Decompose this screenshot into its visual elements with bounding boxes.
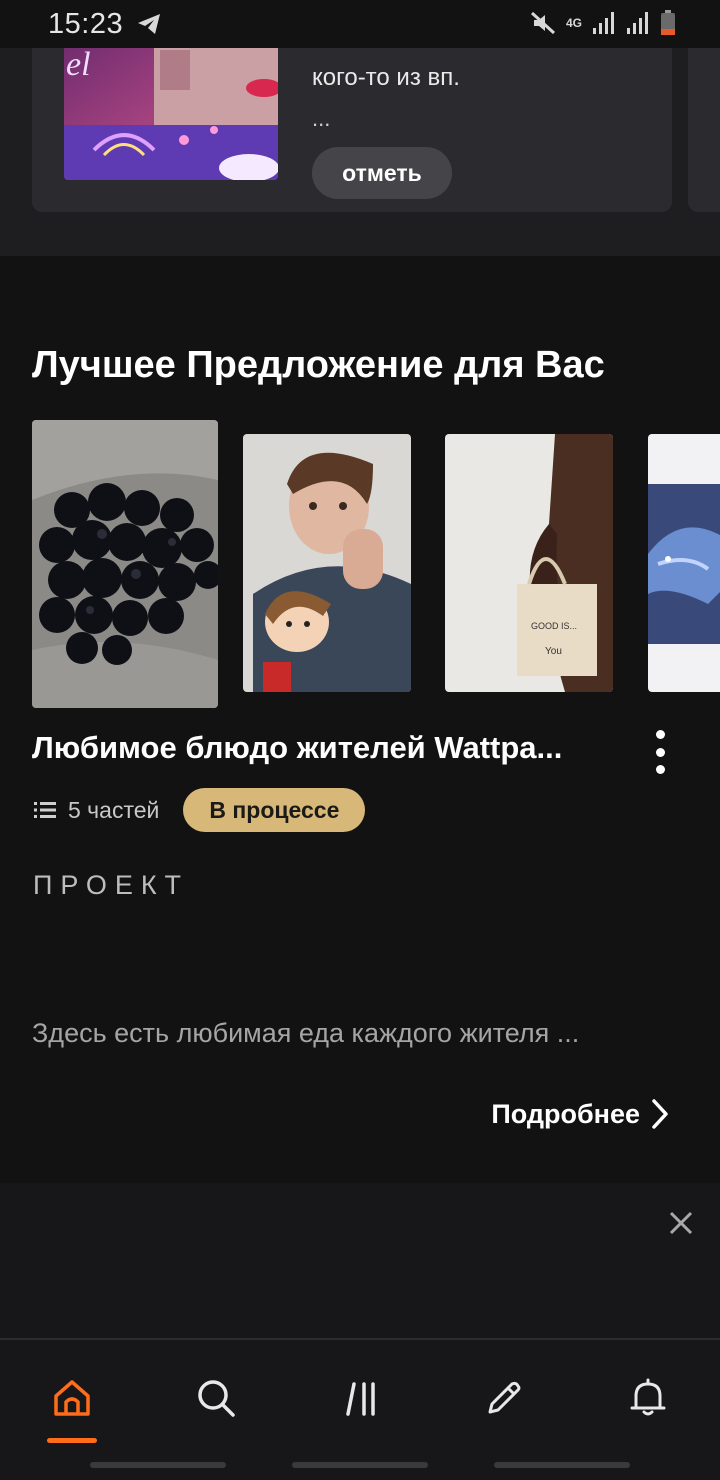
bell-icon [630,1378,666,1416]
svg-text:el: el [66,46,91,83]
ad-banner-area [0,1183,720,1338]
svg-text:GOOD IS...: GOOD IS... [531,621,577,631]
signal-icon-2 [627,12,648,34]
book-description: Здесь есть любимая еда каждого жителя ..… [32,1018,580,1048]
details-label: Подробнее [491,1098,640,1129]
parts-count: 5 частей [68,796,160,823]
gesture-bar [494,1462,630,1468]
nav-library[interactable] [332,1368,392,1428]
write-icon [488,1381,521,1414]
svg-text:You: You [545,646,562,657]
details-link[interactable]: Подробнее [491,1098,670,1130]
mute-icon [530,11,555,35]
book-cover-bag[interactable]: GOOD IS... You [445,434,613,692]
list-icon [34,802,56,818]
book-cover-dragon[interactable] [648,434,720,692]
signal-icon-1 [593,12,614,34]
status-time: 15:23 [48,8,124,40]
book-meta-row: 5 частей В процессе [34,788,366,832]
status-bar: 15:23 4G [0,0,720,48]
book-covers-carousel[interactable]: GOOD IS... You [0,418,720,710]
book-cover-grapes[interactable] [32,420,218,708]
nav-search[interactable] [186,1368,246,1428]
library-icon [346,1382,375,1416]
network-type: 4G [565,16,582,30]
book-title[interactable]: Любимое блюдо жителей Wattpa... [32,730,622,766]
bottom-nav [0,1338,720,1480]
more-options-icon[interactable] [644,730,676,774]
battery-icon [661,10,675,35]
mark-button[interactable]: отметь [312,147,452,199]
story-snippet: кого-то из вп. [312,64,460,91]
next-story-card[interactable] [688,30,720,212]
nav-home[interactable] [42,1368,102,1428]
status-badge: В процессе [183,788,366,832]
gesture-bar [90,1462,226,1468]
close-icon[interactable] [666,1208,696,1238]
story-snippet-ellipsis: ... [312,106,331,131]
story-cover-image[interactable]: el [64,30,278,180]
active-tab-indicator [47,1438,97,1443]
story-card[interactable]: el кого-то из вп. ... отметь [32,30,672,212]
category-label: ПРОЕКТ [33,870,190,900]
chevron-right-icon [652,1099,668,1129]
section-title: Лучшее Предложение для Вас [32,344,605,386]
status-icons: 4G [530,10,676,36]
nav-notifications[interactable] [618,1368,678,1428]
nav-write[interactable] [474,1368,534,1428]
book-cover-boy[interactable] [243,434,411,692]
gesture-bar [292,1462,428,1468]
home-icon [54,1380,90,1416]
search-icon [198,1380,235,1417]
telegram-icon [138,14,160,34]
